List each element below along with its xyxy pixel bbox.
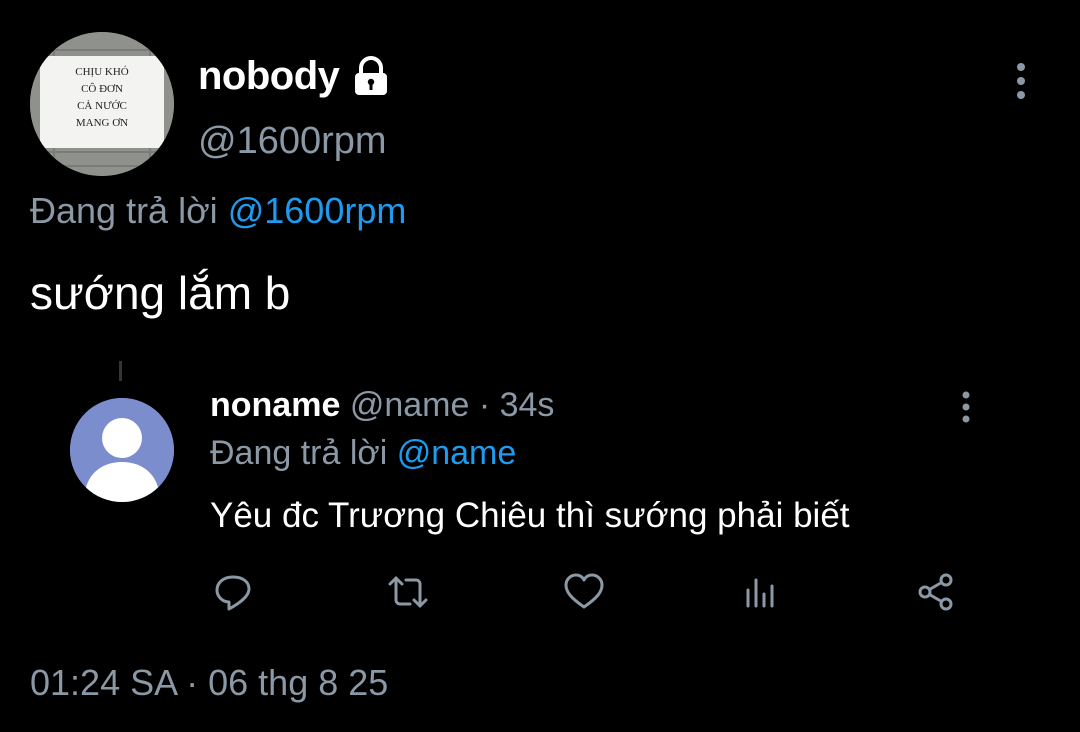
reply-more-options-icon[interactable] bbox=[952, 390, 980, 426]
reply-replying-to-line: Đang trả lời @name bbox=[210, 434, 516, 473]
reply-author-name[interactable]: noname bbox=[210, 386, 340, 424]
share-icon[interactable] bbox=[914, 570, 958, 614]
author-handle[interactable]: @1600rpm bbox=[198, 120, 393, 163]
tweet-detail-page: CHỊU KHÓ CÔ ĐƠN CẢ NƯỚC MANG ƠN nobody @… bbox=[0, 0, 1080, 732]
meta-separator: · bbox=[469, 386, 500, 424]
replying-to-mention[interactable]: @1600rpm bbox=[228, 190, 407, 231]
views-icon[interactable] bbox=[738, 570, 782, 614]
replying-to-line: Đang trả lời @1600rpm bbox=[30, 190, 406, 232]
reply-replying-to-mention[interactable]: @name bbox=[397, 434, 517, 472]
reply-icon[interactable] bbox=[211, 570, 255, 614]
avatar-sign-text: CHỊU KHÓ CÔ ĐƠN CẢ NƯỚC MANG ƠN bbox=[75, 66, 129, 129]
reply-time-ago: 34s bbox=[499, 386, 555, 424]
more-options-icon[interactable] bbox=[1006, 60, 1036, 104]
like-icon[interactable] bbox=[562, 570, 606, 614]
reply-header: noname @name · 34s bbox=[210, 386, 554, 425]
author-name[interactable]: nobody bbox=[198, 54, 340, 99]
reply-tweet-text: Yêu đc Trương Chiêu thì sướng phải biết bbox=[210, 496, 850, 535]
author-info: nobody @1600rpm bbox=[198, 50, 393, 163]
author-avatar[interactable]: CHỊU KHÓ CÔ ĐƠN CẢ NƯỚC MANG ƠN bbox=[30, 32, 174, 176]
tweet-text: sướng lắm b bbox=[30, 267, 291, 319]
lock-icon bbox=[349, 54, 393, 98]
tweet-action-bar bbox=[0, 570, 1080, 614]
reply-replying-to-prefix: Đang trả lời bbox=[210, 434, 388, 472]
reply-author-avatar[interactable] bbox=[70, 398, 174, 502]
default-user-icon bbox=[70, 398, 174, 502]
retweet-icon[interactable] bbox=[386, 570, 430, 614]
replying-to-prefix: Đang trả lời bbox=[30, 190, 218, 231]
reply-author-handle[interactable]: @name bbox=[350, 386, 470, 424]
tweet-timestamp[interactable]: 01:24 SA · 06 thg 8 25 bbox=[30, 662, 388, 704]
thread-connector bbox=[119, 361, 122, 381]
